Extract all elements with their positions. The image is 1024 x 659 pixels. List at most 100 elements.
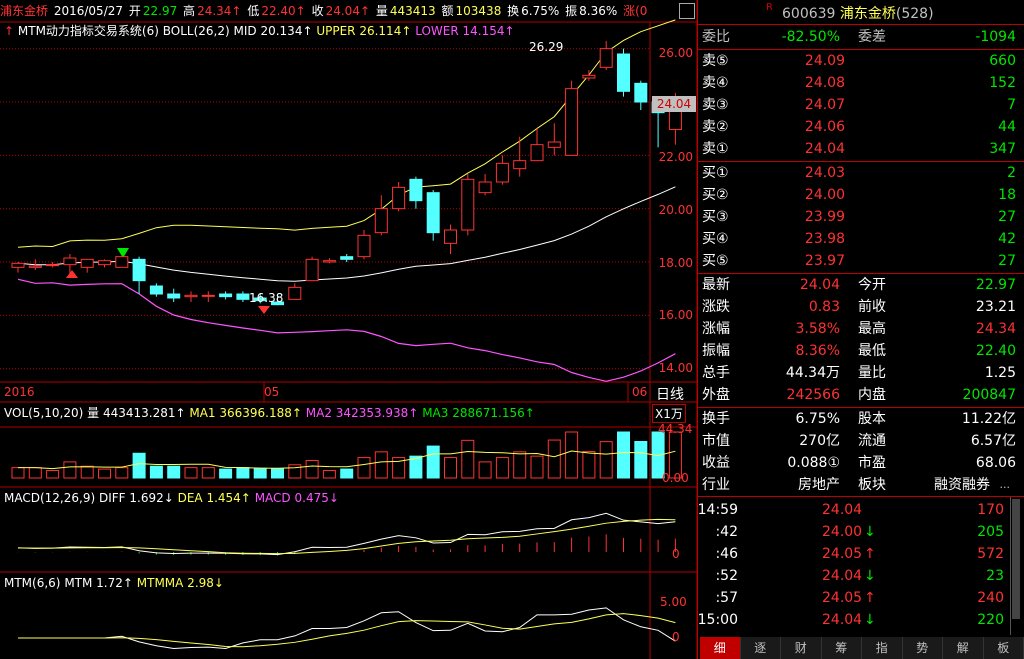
candle-body — [63, 257, 77, 266]
row-volume: 152 — [989, 75, 1016, 91]
vol-title[interactable]: VOL(5,10,20) — [4, 406, 83, 420]
candle-body — [80, 258, 94, 268]
volume-bar — [444, 457, 457, 479]
candle-body — [582, 74, 596, 79]
row-label: 买⑤ — [702, 253, 729, 269]
row-price: 24.09 — [804, 53, 845, 69]
tab-2[interactable]: 财 — [781, 637, 822, 659]
volume-bar — [236, 467, 250, 479]
vol-legend: VOL(5,10,20) 量 443413.281↑ MA1 366396.18… — [4, 404, 535, 422]
min-price-label: 16.38 — [249, 291, 284, 305]
mtm-title[interactable]: MTM(6,6) — [4, 576, 60, 590]
macd-title[interactable]: MACD(12,26,9) — [4, 491, 95, 505]
tick-volume: 240 — [977, 590, 1004, 606]
stat-label: 量比 — [858, 365, 886, 381]
bid-row: 买③ 23.99 27 — [698, 206, 1020, 228]
tick-volume: 23 — [986, 568, 1004, 584]
industry-value[interactable]: 房地产 — [798, 474, 840, 496]
tab-6[interactable]: 解 — [943, 637, 984, 659]
tick-scrollbar[interactable] — [1010, 497, 1021, 635]
tick-price: 24.00 — [822, 524, 863, 540]
tick-volume: 170 — [977, 502, 1004, 518]
candle-body — [236, 293, 250, 300]
tab-3[interactable]: 筹 — [822, 637, 862, 659]
chart-area[interactable] — [0, 0, 697, 659]
weibi-row: 委比 -82.50% 委差 -1094 — [698, 26, 1020, 48]
stat-row: 涨幅 3.58% 最高 24.34 — [698, 318, 1020, 340]
tick-price: 24.04 — [822, 568, 863, 584]
volume-bar — [426, 445, 440, 479]
tab-5[interactable]: 势 — [903, 637, 943, 659]
stat-value: 44.34万 — [785, 365, 840, 381]
tick-price: 24.04 — [822, 612, 863, 628]
ask-row: 卖⑤ 24.09 660 — [698, 50, 1020, 72]
candle-body — [149, 285, 163, 295]
sector-value[interactable]: 融资融券 — [934, 474, 990, 496]
tick-arrow-icon: ↓ — [864, 568, 876, 584]
stat-label: 市盈 — [858, 455, 886, 471]
row-label: 卖⑤ — [702, 53, 729, 69]
volume-bar — [305, 459, 319, 479]
volume-bar — [617, 431, 630, 479]
stat-label: 总手 — [702, 365, 730, 381]
stat-value: 22.40 — [975, 343, 1016, 359]
macd-value: MACD 0.475↓ — [254, 491, 339, 505]
tab-1[interactable]: 逐 — [741, 637, 781, 659]
stat-value: 200847 — [962, 387, 1016, 403]
tick-time: :57 — [715, 590, 738, 606]
stat-label: 最低 — [858, 343, 886, 359]
candle-body — [634, 82, 648, 103]
volume-bar — [565, 431, 579, 479]
volume-bar — [253, 467, 267, 479]
stat-label: 最新 — [702, 277, 730, 293]
candle-body — [426, 192, 440, 234]
stat-value: 1.25 — [984, 365, 1016, 381]
row-price: 24.00 — [804, 187, 845, 203]
row-label: 卖① — [702, 141, 729, 157]
volume-bar — [547, 439, 561, 479]
row-price: 24.06 — [804, 119, 845, 135]
candle-body — [11, 262, 25, 268]
volume-bar — [132, 452, 146, 479]
volume-bar — [63, 461, 77, 479]
quote-panel: R 600639 浦东金桥(528) 委比 -82.50% 委差 -1094 卖… — [697, 0, 1024, 659]
candle-body — [28, 265, 42, 268]
stat-value: 23.21 — [975, 299, 1016, 315]
y-tick: 18.00 — [658, 256, 693, 270]
main-y-axis: 26.00 22.00 20.00 18.00 16.00 14.00 — [653, 0, 697, 400]
r-badge-icon: R — [766, 2, 773, 13]
stat-value: 0.83 — [808, 299, 840, 315]
tab-4[interactable]: 指 — [862, 637, 903, 659]
tick-price: 24.05 — [822, 590, 863, 606]
more-icon[interactable]: ... — [1000, 474, 1011, 496]
stat-label: 涨跌 — [702, 299, 730, 315]
stat-value: 24.04 — [799, 277, 840, 293]
tick-row: :57 24.05 ↑ 240 — [698, 587, 1008, 609]
macd-dea-line — [17, 518, 676, 555]
weibi-value: -82.50% — [781, 29, 840, 45]
x-label-month: 06 — [632, 385, 648, 399]
tab-0[interactable]: 细 — [700, 637, 741, 659]
candle-body — [132, 258, 146, 282]
stat-value: 3.58% — [795, 321, 840, 337]
row-volume: 44 — [998, 119, 1016, 135]
candle-body — [374, 208, 388, 234]
y-tick: 0 — [672, 630, 680, 644]
candle-body — [409, 178, 423, 202]
candle-body — [340, 256, 354, 260]
stock-rank: (528) — [895, 6, 934, 22]
weicha-label: 委差 — [858, 29, 886, 45]
mtmma-value: MTMMA 2.98↓ — [136, 576, 224, 590]
candle-body — [599, 48, 613, 68]
candle-body — [201, 294, 215, 297]
tick-price: 24.05 — [822, 546, 863, 562]
weibi-label: 委比 — [702, 29, 730, 45]
y-tick: 0 — [672, 547, 680, 561]
industry-label: 行业 — [702, 477, 730, 493]
tab-7[interactable]: 板 — [984, 637, 1024, 659]
period-selector[interactable]: 日线 — [656, 384, 684, 404]
row-volume: 42 — [998, 231, 1016, 247]
mtm-value: MTM 1.72↑ — [64, 576, 133, 590]
row-price: 24.07 — [804, 97, 845, 113]
vol-value: 量 443413.281↑ — [87, 406, 186, 420]
